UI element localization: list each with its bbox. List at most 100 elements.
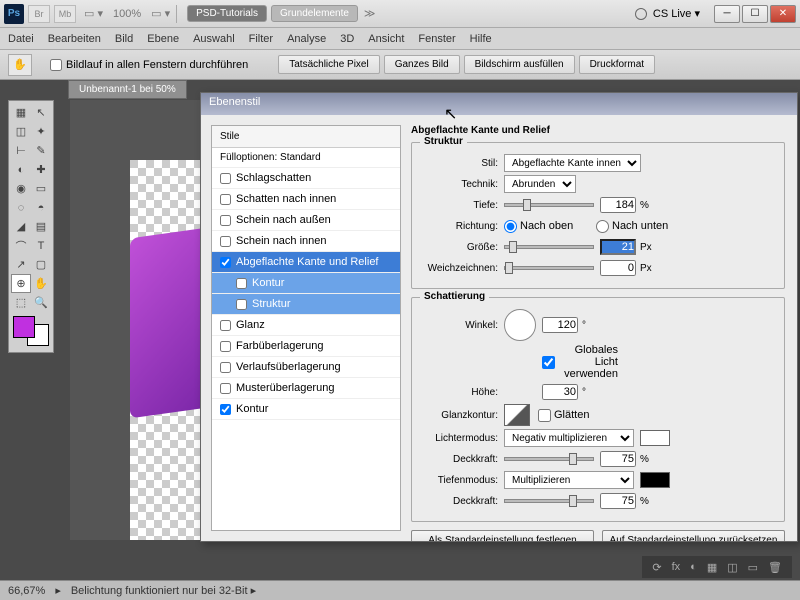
groesse-field[interactable] xyxy=(600,239,636,255)
menu-datei[interactable]: Datei xyxy=(8,33,34,45)
styles-header[interactable]: Stile xyxy=(212,126,400,148)
fg-color-swatch[interactable] xyxy=(13,316,35,338)
tool-button[interactable]: ⌒ xyxy=(11,236,31,255)
style-checkbox[interactable] xyxy=(220,257,231,268)
maximize-button[interactable]: ☐ xyxy=(742,5,768,23)
more-workspaces[interactable]: ≫ xyxy=(364,7,376,20)
lichtermodus-select[interactable]: Negativ multiplizieren xyxy=(504,429,634,447)
weich-slider[interactable] xyxy=(504,266,594,270)
panel-footer-icon[interactable]: 🗑 xyxy=(768,561,782,574)
menu-bild[interactable]: Bild xyxy=(115,33,133,45)
tool-button[interactable]: ◐ xyxy=(11,160,31,179)
optbar-button[interactable]: Bildschirm ausfüllen xyxy=(464,55,575,74)
tool-button[interactable]: T xyxy=(31,236,51,255)
tool-button[interactable]: ✋ xyxy=(31,274,51,293)
tool-button[interactable]: ⊢ xyxy=(11,141,31,160)
make-default-button[interactable]: Als Standardeinstellung festlegen xyxy=(411,530,594,541)
style-checkbox[interactable] xyxy=(220,173,231,184)
style-checkbox[interactable] xyxy=(236,278,247,289)
bridge-button[interactable]: Br xyxy=(28,5,50,23)
optbar-button[interactable]: Druckformat xyxy=(579,55,655,74)
fill-options-header[interactable]: Fülloptionen: Standard xyxy=(212,148,400,168)
tool-button[interactable]: ◢ xyxy=(11,217,31,236)
style-item[interactable]: Schein nach innen xyxy=(212,231,400,252)
richtung-up[interactable]: Nach oben xyxy=(504,220,586,233)
tool-button[interactable]: 🔍 xyxy=(31,293,51,312)
panel-footer-icon[interactable]: ◫ xyxy=(727,561,737,574)
screenmode-dropdown[interactable]: ▭ ▾ xyxy=(151,7,170,20)
tiefe-field[interactable] xyxy=(600,197,636,213)
winkel-field[interactable] xyxy=(542,317,578,333)
style-item[interactable]: Farbüberlagerung xyxy=(212,336,400,357)
style-item[interactable]: Kontur xyxy=(212,399,400,420)
menu-fenster[interactable]: Fenster xyxy=(418,33,455,45)
reset-default-button[interactable]: Auf Standardeinstellung zurücksetzen xyxy=(602,530,785,541)
minibridge-button[interactable]: Mb xyxy=(54,5,76,23)
hoehe-field[interactable] xyxy=(542,384,578,400)
tool-button[interactable]: ▢ xyxy=(31,255,51,274)
menu-bearbeiten[interactable]: Bearbeiten xyxy=(48,33,101,45)
menu-filter[interactable]: Filter xyxy=(249,33,273,45)
style-item[interactable]: Schatten nach innen xyxy=(212,189,400,210)
tool-button[interactable]: ✦ xyxy=(31,122,51,141)
panel-footer-icon[interactable]: ▦ xyxy=(707,561,717,574)
tool-button[interactable]: ◫ xyxy=(11,122,31,141)
deck2-field[interactable] xyxy=(600,493,636,509)
style-checkbox[interactable] xyxy=(220,383,231,394)
angle-dial[interactable] xyxy=(504,309,536,341)
style-item[interactable]: Struktur xyxy=(212,294,400,315)
tool-button[interactable]: ⬚ xyxy=(11,293,31,312)
menu-analyse[interactable]: Analyse xyxy=(287,33,326,45)
menu-auswahl[interactable]: Auswahl xyxy=(193,33,235,45)
zoom-readout[interactable]: 66,67% xyxy=(8,585,45,597)
deck1-field[interactable] xyxy=(600,451,636,467)
style-checkbox[interactable] xyxy=(220,236,231,247)
menu-hilfe[interactable]: Hilfe xyxy=(470,33,492,45)
panel-footer-icon[interactable]: ◐ xyxy=(690,561,697,573)
document-tab[interactable]: Unbenannt-1 bei 50% xyxy=(68,80,187,99)
minimize-button[interactable]: ─ xyxy=(714,5,740,23)
groesse-slider[interactable] xyxy=(504,245,594,249)
richtung-down[interactable]: Nach unten xyxy=(596,220,678,233)
workspace-tab-active[interactable]: PSD-Tutorials xyxy=(187,5,267,22)
panel-footer-icon[interactable]: fx xyxy=(672,561,681,573)
tool-button[interactable]: ▭ xyxy=(31,179,51,198)
style-item[interactable]: Glanz xyxy=(212,315,400,336)
style-checkbox[interactable] xyxy=(220,320,231,331)
style-checkbox[interactable] xyxy=(236,299,247,310)
stil-select[interactable]: Abgeflachte Kante innen xyxy=(504,154,641,172)
optbar-button[interactable]: Ganzes Bild xyxy=(384,55,460,74)
tool-button[interactable]: ◌ xyxy=(11,198,31,217)
style-item[interactable]: Schein nach außen xyxy=(212,210,400,231)
style-item[interactable]: Kontur xyxy=(212,273,400,294)
arrange-dropdown[interactable]: ▭ ▾ xyxy=(84,7,103,20)
tiefenmodus-select[interactable]: Multiplizieren xyxy=(504,471,634,489)
tool-button[interactable]: ◉ xyxy=(11,179,31,198)
close-button[interactable]: ✕ xyxy=(770,5,796,23)
style-item[interactable]: Musterüberlagerung xyxy=(212,378,400,399)
contour-picker[interactable] xyxy=(504,404,530,426)
menu-ansicht[interactable]: Ansicht xyxy=(368,33,404,45)
tool-button[interactable]: ↖ xyxy=(31,103,51,122)
weich-field[interactable] xyxy=(600,260,636,276)
deck2-slider[interactable] xyxy=(504,499,594,503)
panel-footer-icon[interactable]: ▭ xyxy=(748,561,758,574)
style-item[interactable]: Verlaufsüberlagerung xyxy=(212,357,400,378)
tool-button[interactable]: ▦ xyxy=(11,103,31,122)
cslive-dropdown[interactable]: CS Live ▾ xyxy=(653,7,700,20)
tool-button[interactable]: ◓ xyxy=(31,198,51,217)
style-checkbox[interactable] xyxy=(220,341,231,352)
style-checkbox[interactable] xyxy=(220,362,231,373)
panel-footer-icon[interactable]: ⟳ xyxy=(652,561,661,574)
workspace-tab[interactable]: Grundelemente xyxy=(271,5,358,22)
tool-button[interactable]: ↗ xyxy=(11,255,31,274)
deck1-slider[interactable] xyxy=(504,457,594,461)
hand-tool-icon[interactable]: ✋ xyxy=(8,54,32,76)
style-item[interactable]: Schlagschatten xyxy=(212,168,400,189)
highlight-color[interactable] xyxy=(640,430,670,446)
optbar-button[interactable]: Tatsächliche Pixel xyxy=(278,55,379,74)
tool-button[interactable]: ✚ xyxy=(31,160,51,179)
technik-select[interactable]: Abrunden xyxy=(504,175,576,193)
menu-ebene[interactable]: Ebene xyxy=(147,33,179,45)
shadow-color[interactable] xyxy=(640,472,670,488)
